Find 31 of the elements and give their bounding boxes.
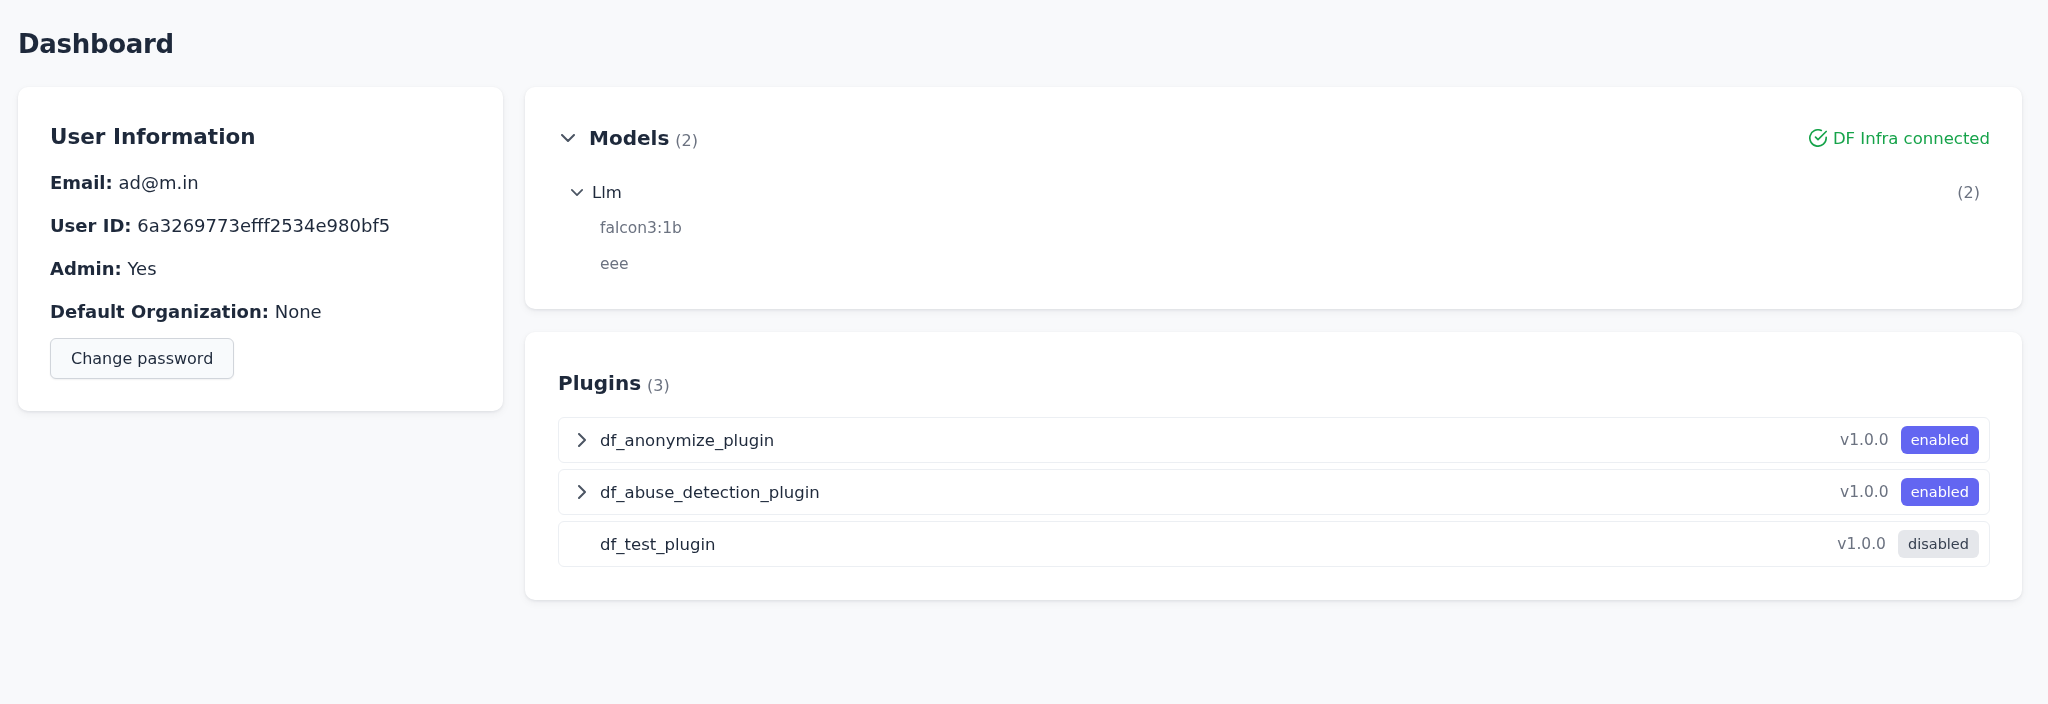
plugin-version: v1.0.0	[1840, 431, 1889, 449]
plugin-version: v1.0.0	[1837, 535, 1886, 553]
plugin-status-tag: enabled	[1900, 478, 1979, 506]
model-name[interactable]: falcon3:1b	[571, 215, 682, 241]
user-detail-text: Admin: Yes	[50, 257, 157, 281]
plugin-row[interactable]: df_abuse_detection_plugin v1.0.0 enabled	[558, 469, 1990, 515]
model-group-count: (2)	[1957, 182, 1980, 202]
chevron-right-icon[interactable]	[578, 433, 586, 447]
plugin-name: df_test_plugin	[600, 534, 716, 554]
plugin-status-tag: disabled	[1897, 530, 1979, 558]
section-title: Plugins	[558, 370, 642, 397]
section-title: Models	[589, 125, 670, 152]
model-group-name: Llm	[592, 182, 622, 202]
connection-status-text: DF Infra connected	[1832, 128, 1990, 148]
plugin-status-tag: enabled	[1900, 426, 1979, 454]
user-detail-text: Email: ad@m.in	[50, 171, 199, 195]
user-detail-text: User ID: 6a3269773efff2534e980bf5	[50, 214, 391, 238]
plugin-row[interactable]: df_anonymize_plugin v1.0.0 enabled	[558, 417, 1990, 463]
model-name[interactable]: eee	[571, 251, 629, 277]
change-password-button[interactable]: Change password	[50, 338, 235, 379]
chevron-down-icon[interactable]	[561, 134, 575, 142]
section-count: (3)	[647, 375, 670, 395]
card-title: User Information	[50, 123, 256, 151]
user-detail-text: Default Organization: None	[50, 300, 322, 324]
chevron-down-icon[interactable]	[571, 188, 583, 196]
chevron-right-icon[interactable]	[578, 485, 586, 499]
plugin-name: df_anonymize_plugin	[600, 430, 775, 450]
section-count: (2)	[675, 130, 698, 150]
page-title: Dashboard	[18, 28, 174, 61]
plugin-name: df_abuse_detection_plugin	[600, 482, 820, 502]
plugin-version: v1.0.0	[1840, 483, 1889, 501]
